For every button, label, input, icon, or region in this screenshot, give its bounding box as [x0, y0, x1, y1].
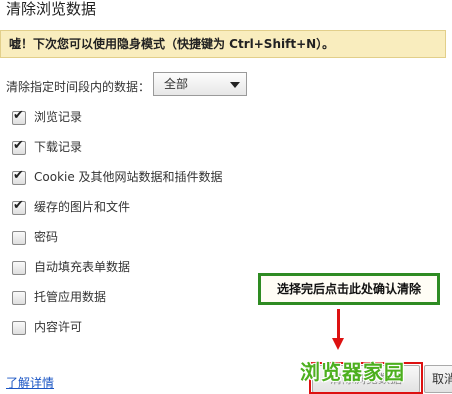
checkmark-icon: ✔ — [13, 138, 24, 153]
instruction-callout: 选择完后点击此处确认清除 — [258, 273, 440, 305]
checkbox[interactable] — [12, 231, 26, 245]
checkmark-icon: ✔ — [13, 198, 24, 213]
checkbox[interactable] — [12, 291, 26, 305]
option-label: Cookie 及其他网站数据和插件数据 — [34, 170, 223, 184]
time-range-value: 全部 — [164, 77, 189, 91]
chevron-down-icon — [230, 82, 240, 88]
checkbox[interactable]: ✔ — [12, 198, 26, 215]
site-watermark: 浏览器家园 — [300, 360, 405, 384]
checkmark-icon: ✔ — [13, 108, 24, 123]
option-label: 密码 — [34, 230, 59, 244]
option-label: 自动填充表单数据 — [34, 260, 131, 274]
option-label: 缓存的图片和文件 — [34, 200, 131, 214]
option-label: 下载记录 — [34, 140, 83, 154]
checkbox[interactable]: ✔ — [12, 168, 26, 185]
time-range-label: 清除指定时间段内的数据： — [6, 80, 151, 94]
option-label: 内容许可 — [34, 320, 83, 334]
time-range-select[interactable]: 全部 — [153, 72, 247, 96]
checkbox[interactable]: ✔ — [12, 108, 26, 125]
checkbox[interactable] — [12, 321, 26, 335]
cancel-button[interactable]: 取消 — [424, 365, 452, 393]
option-label: 浏览记录 — [34, 110, 83, 124]
dialog-title: 清除浏览数据 — [6, 0, 97, 18]
incognito-tip: 嘘！下次您可以使用隐身模式（快捷键为 Ctrl+Shift+N）。 — [0, 30, 446, 58]
checkmark-icon: ✔ — [13, 168, 24, 183]
checkbox[interactable]: ✔ — [12, 138, 26, 155]
checkbox[interactable] — [12, 261, 26, 275]
learn-more-link[interactable]: 了解详情 — [6, 374, 54, 391]
arrow-down-icon — [332, 338, 344, 350]
option-label: 托管应用数据 — [34, 290, 107, 304]
